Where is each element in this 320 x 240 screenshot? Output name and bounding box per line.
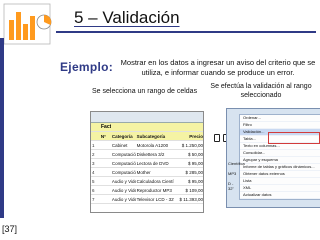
cell-subcategory: Motorola A1200 [136,142,169,148]
cell-subcategory: Calculadora Científica [136,178,175,184]
cell-category: Computación [111,151,136,157]
side-cell: MP3 [228,171,237,176]
header-subcategory: Subcategoría [136,133,166,139]
side-cells: Científica MP3 D - 32" [228,161,245,191]
sheet-header-row: N° Categoría Subcategoría Precio [91,132,203,141]
connector-mark [214,134,220,142]
data-menu: Ordenar... Filtro Validación... Tabla... Tex… [239,114,320,200]
cell-subcategory: Diskettera 3/2 [136,151,165,157]
side-cell: D - 32" [228,181,234,191]
table-row: 6 Audio y VideoReproductor MP3 $ 109,00 [91,186,203,195]
note-validation: Se efectúa la validación al rango selecc… [210,83,312,99]
cell-price: $ 1.250,00 [181,142,203,148]
cell-subcategory: Mother [136,169,151,175]
page-number: [37] [2,224,18,234]
row-number: 2 [92,151,95,157]
sheet-title: Factura [101,124,111,130]
menu-item[interactable]: Agrupar y esquema [240,157,320,164]
sheet-rows: 1 Cabinet Motorola A1200 $ 1.250,00 2 Computa… [91,141,203,204]
menu-item[interactable]: Actualizar datos [240,192,320,199]
left-accent-bar [0,38,4,218]
title-underline [56,31,316,33]
spreadsheet-screenshot: Factura N° Categoría Subcategoría Precio… [90,111,204,213]
cell-category: Computación [111,169,136,175]
cell-subcategory: Televisor LCD - 32" [136,196,175,202]
cell-price: $ 95,00 [187,178,203,184]
description-text: Mostrar en los datos a ingresar un aviso… [120,58,316,77]
data-menu-screenshot: Ordenar... Filtro Validación... Tabla... Tex… [226,108,320,208]
cell-price: $ 109,00 [185,187,203,193]
menu-item[interactable]: Obtener datos externos [240,171,320,178]
row-number: 5 [92,178,95,184]
cell-subcategory: Reproductor MP3 [136,187,172,193]
table-row: 1 Cabinet Motorola A1200 $ 1.250,00 [91,141,203,150]
cell-category: Audio y Video [111,187,136,193]
row-number: 4 [92,169,95,175]
table-row: 3 ComputaciónLectora de DVD $ 95,00 [91,159,203,168]
slide: 5 – Validación Ejemplo: Mostrar en los d… [0,0,320,240]
table-row: 5 Audio y VideoCalculadora Científica $ 95… [91,177,203,186]
spreadsheet-toolbar [91,112,203,123]
table-row: 2 ComputaciónDiskettera 3/2 $ 50,00 [91,150,203,159]
cell-category: Audio y Video [111,178,136,184]
row-number: 7 [92,196,95,202]
cell-category: Computación [111,160,136,166]
menu-item[interactable]: Informe de tablas y gráficos dinámicos..… [240,164,320,171]
header-category: Categoría [111,133,133,139]
menu-item[interactable]: Lista [240,178,320,185]
table-row: 4 ComputaciónMother $ 285,00 [91,168,203,177]
menu-item[interactable]: Ordenar... [240,115,320,122]
cell-subcategory: Lectora de DVD [136,160,169,166]
header-price: Precio [189,133,203,139]
menu-item[interactable]: Texto en columnas... [240,143,320,150]
page-title: 5 – Validación [74,8,180,27]
cell-price: $ 11.393,00 [179,196,203,202]
menu-item[interactable]: Filtro [240,122,320,129]
sheet-title-row: Factura [91,123,203,132]
cell-price: $ 285,00 [185,169,203,175]
menu-item[interactable]: Consolidar... [240,150,320,157]
cell-price: $ 50,00 [187,151,203,157]
row-number: 3 [92,160,95,166]
example-badge: Ejemplo: [60,60,114,74]
row-number: 6 [92,187,95,193]
side-cell: Científica [228,161,245,166]
table-row: 7 Audio y VideoTelevisor LCD - 32" $ 11.39… [91,195,203,204]
cell-category: Audio y Video [111,196,136,202]
cell-category: Cabinet [111,142,128,148]
menu-item[interactable]: XML [240,185,320,192]
row-number: 1 [92,142,95,148]
bar-chart-logo-icon [3,3,52,45]
cell-price: $ 95,00 [187,160,203,166]
note-select-range: Se selecciona un rango de celdas [92,88,198,95]
header-num: N° [100,133,106,139]
validation-highlight [268,132,320,144]
